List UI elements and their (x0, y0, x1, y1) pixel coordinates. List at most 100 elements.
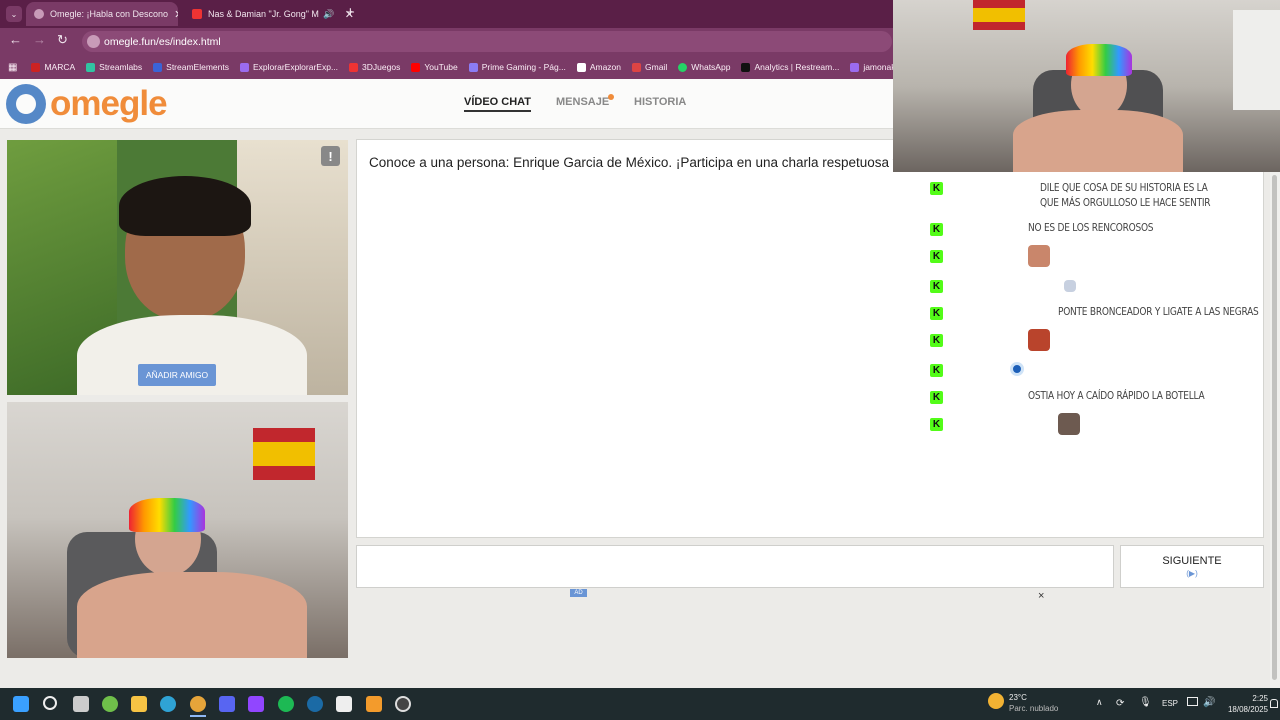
file-explorer-icon[interactable] (131, 696, 147, 712)
tab-menu-button[interactable]: ⌄ (6, 6, 22, 22)
bookmark-amazon[interactable]: Amazon (576, 62, 621, 72)
notification-dot-icon (608, 94, 614, 100)
spotify-icon[interactable] (278, 696, 294, 712)
gmail-icon (632, 62, 642, 72)
clock[interactable]: 2:25 18/08/2025 (1224, 693, 1268, 715)
bookmark-3djuegos[interactable]: 3DJuegos (349, 62, 400, 72)
stream-chat-line: K (930, 413, 1080, 435)
bookmark-marca[interactable]: MARCA (31, 62, 75, 72)
stream-chat-line: K PONTE BRONCEADOR Y LIGATE A LAS NEGRAS (930, 305, 1280, 320)
marca-icon (31, 62, 41, 72)
scrollbar-thumb[interactable] (1272, 175, 1277, 680)
edge-icon[interactable] (160, 696, 176, 712)
add-friend-button[interactable]: AÑADIR AMIGO (138, 364, 216, 386)
amazon-icon (576, 62, 586, 72)
volume-icon[interactable]: 🔊 (1203, 697, 1215, 708)
streamer-webcam (893, 0, 1280, 172)
xbox-icon[interactable] (102, 696, 118, 712)
reload-icon[interactable]: ↻ (57, 32, 68, 48)
tray-chevron-icon[interactable]: ∧ (1096, 697, 1103, 708)
chat-message: OSTIA HOY A CAÍDO RÁPIDO LA BOTELLA (1028, 389, 1205, 402)
nav-video-chat[interactable]: VÍDEO CHAT (464, 96, 532, 112)
weather-condition[interactable]: Parc. nublado (1009, 704, 1058, 713)
windows-start-icon[interactable] (13, 696, 29, 712)
stream-chat-line: K (930, 245, 1050, 267)
evil-eye-emote-icon (1010, 362, 1024, 376)
discord-icon[interactable] (219, 696, 235, 712)
search-icon[interactable] (43, 696, 57, 710)
next-button[interactable]: SIGUIENTE (▶) (1120, 545, 1264, 588)
capcut-icon[interactable] (336, 696, 352, 712)
bookmark-whatsapp[interactable]: WhatsApp (678, 62, 730, 72)
twitch-icon (850, 62, 860, 72)
streamelements-icon (153, 62, 163, 72)
bookmark-streamlabs[interactable]: Streamlabs (86, 62, 142, 72)
forward-icon[interactable]: → (33, 32, 46, 47)
youtube-favicon-icon (192, 9, 202, 19)
tab-omegle[interactable]: Omegle: ¡Habla con Descono ✕ (26, 2, 178, 26)
twitch-icon (240, 62, 249, 72)
bookmark-prime-gaming[interactable]: Prime Gaming - Pág... (468, 62, 566, 72)
close-tab-icon[interactable]: ✕ (168, 8, 178, 21)
next-hint: (▶) (1186, 569, 1198, 578)
3djuegos-icon (349, 62, 359, 72)
bookmark-explorar[interactable]: ExplorarExplorarExp... (240, 62, 338, 72)
tab-title: Omegle: ¡Habla con Descono (50, 9, 169, 19)
bookmark-youtube[interactable]: YouTube (411, 62, 458, 72)
report-button[interactable]: ! (321, 146, 340, 166)
url-field[interactable]: omegle.fun/es/index.html (82, 31, 892, 52)
site-info-icon[interactable] (87, 35, 100, 48)
clock-date: 18/08/2025 (1227, 705, 1268, 714)
microphone-icon[interactable]: 🎙 (1139, 697, 1152, 708)
nav-mensaje[interactable]: MENSAJE (556, 96, 609, 108)
bookmark-gmail[interactable]: Gmail (632, 62, 667, 72)
prime-gaming-icon (468, 62, 478, 72)
stream-chat-line: K DILE QUE COSA DE SU HISTORIA ES LA QUE… (930, 180, 1260, 210)
clock-time: 2:25 (1252, 694, 1268, 703)
kick-icon: K (930, 364, 943, 377)
notification-bell-icon[interactable] (1270, 699, 1278, 708)
omegle-logo[interactable]: omegle (6, 83, 168, 125)
bookmark-restream[interactable]: Analytics | Restream... (741, 62, 839, 72)
whatsapp-icon (678, 62, 688, 72)
url-text: omegle.fun/es/index.html (104, 35, 221, 48)
fl-studio-icon[interactable] (366, 696, 382, 712)
streamlabs-icon (86, 62, 96, 72)
stream-chat-line: K OSTIA HOY A CAÍDO RÁPIDO LA BOTELLA (930, 389, 1243, 404)
back-icon[interactable]: ← (9, 32, 22, 47)
ad-close-icon[interactable]: × (1038, 590, 1044, 602)
chrome-icon[interactable] (190, 696, 206, 712)
kick-icon: K (930, 418, 943, 431)
new-tab-button[interactable]: + (346, 4, 355, 21)
steam-icon[interactable] (307, 696, 323, 712)
onedrive-icon[interactable]: ⟳ (1116, 698, 1124, 709)
obs-icon[interactable] (395, 696, 411, 712)
weather-icon[interactable] (988, 693, 1004, 709)
bookmark-streamelements[interactable]: StreamElements (153, 62, 229, 72)
twitch-icon[interactable] (248, 696, 264, 712)
audio-icon[interactable]: 🔊 (323, 9, 334, 20)
tab-title: Nas & Damian "Jr. Gong" M (208, 9, 319, 19)
emote-face-icon (1028, 329, 1050, 351)
nav-historia[interactable]: HISTORIA (634, 96, 686, 108)
youtube-icon (411, 62, 421, 72)
stream-chat-line: K NO ES DE LOS RENCOROSOS (930, 221, 1181, 236)
tab-youtube[interactable]: Nas & Damian "Jr. Gong" M 🔊 ✕ (184, 2, 362, 26)
network-icon[interactable] (1187, 697, 1198, 706)
chat-message: NO ES DE LOS RENCOROSOS (1028, 221, 1154, 234)
apps-grid-icon[interactable]: ▦ (8, 62, 17, 73)
kick-icon: K (930, 250, 943, 263)
kick-icon: K (930, 223, 943, 236)
kick-icon: K (930, 307, 943, 320)
emote-face-icon (1028, 245, 1050, 267)
stream-chat-line: K (930, 278, 1076, 293)
kick-icon: K (930, 182, 943, 195)
logo-text: omegle (50, 84, 168, 123)
intro-message: Conoce a una persona: Enrique Garcia de … (369, 155, 894, 170)
task-view-icon[interactable] (73, 696, 89, 712)
input-language[interactable]: ESP (1162, 699, 1178, 708)
chat-message: DILE QUE COSA DE SU HISTORIA ES LA QUE M… (1040, 181, 1211, 209)
weather-temperature[interactable]: 23°C (1009, 693, 1027, 702)
stream-chat-line: K (930, 362, 1024, 377)
message-input[interactable] (356, 545, 1114, 588)
